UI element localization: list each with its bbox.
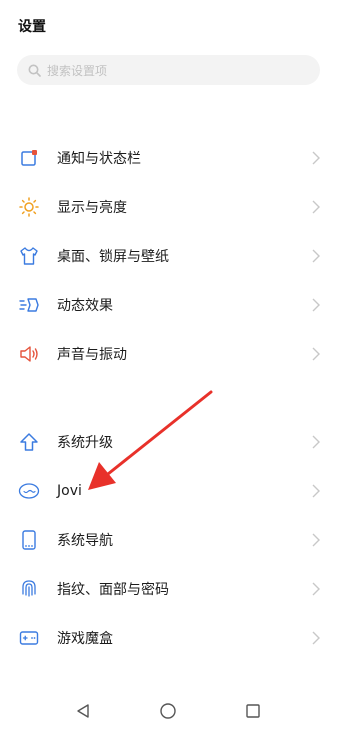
settings-item-system-navigation[interactable]: 系统导航 [0, 515, 337, 564]
chevron-right-icon [312, 200, 320, 213]
partially-visible-item-icon [18, 679, 40, 687]
settings-item-notifications[interactable]: 通知与状态栏 [0, 133, 337, 182]
settings-item-system-upgrade[interactable]: 系统升级 [0, 417, 337, 466]
chevron-right-icon [312, 151, 320, 164]
recent-square-icon[interactable] [244, 702, 262, 720]
chevron-right-icon [312, 484, 320, 497]
settings-item-label: Jovi [57, 482, 82, 499]
chevron-right-icon [312, 582, 320, 595]
settings-group-display: 通知与状态栏 显示与亮度 桌面、锁屏与壁纸 动态效果 声音与振动 [0, 133, 337, 378]
settings-item-wallpaper[interactable]: 桌面、锁屏与壁纸 [0, 231, 337, 280]
search-bar[interactable]: 搜索设置项 [17, 55, 320, 85]
speaker-icon [18, 343, 40, 365]
chevron-right-icon [312, 631, 320, 644]
settings-item-label: 显示与亮度 [57, 199, 127, 216]
settings-item-label: 通知与状态栏 [57, 150, 141, 167]
gamepad-icon [18, 627, 40, 649]
settings-item-label: 桌面、锁屏与壁纸 [57, 248, 169, 265]
settings-item-label: 系统导航 [57, 532, 113, 549]
back-triangle-icon[interactable] [74, 702, 92, 720]
sun-icon [18, 196, 40, 218]
home-circle-icon[interactable] [159, 702, 177, 720]
jovi-icon [18, 480, 40, 502]
search-icon [27, 63, 41, 77]
settings-item-game-box[interactable]: 游戏魔盒 [0, 613, 337, 662]
chevron-right-icon [312, 435, 320, 448]
settings-item-label: 系统升级 [57, 434, 113, 451]
phone-navigation-icon [18, 529, 40, 551]
settings-item-display[interactable]: 显示与亮度 [0, 182, 337, 231]
settings-group-system: 系统升级 Jovi 系统导航 指纹、面部与密码 游戏魔盒 [0, 417, 337, 662]
page-title: 设置 [18, 19, 46, 35]
chevron-right-icon [312, 249, 320, 262]
settings-item-label: 指纹、面部与密码 [57, 581, 169, 598]
settings-item-jovi[interactable]: Jovi [0, 466, 337, 515]
settings-item-security[interactable]: 指纹、面部与密码 [0, 564, 337, 613]
settings-item-label: 游戏魔盒 [57, 630, 113, 647]
chevron-right-icon [312, 533, 320, 546]
settings-item-motion[interactable]: 动态效果 [0, 280, 337, 329]
system-navigation-bar [0, 690, 337, 731]
notification-icon [18, 147, 40, 169]
settings-item-label: 动态效果 [57, 297, 113, 314]
fingerprint-icon [18, 578, 40, 600]
settings-item-sound[interactable]: 声音与振动 [0, 329, 337, 378]
chevron-right-icon [312, 298, 320, 311]
chevron-right-icon [312, 347, 320, 360]
settings-item-label: 声音与振动 [57, 346, 127, 363]
search-placeholder: 搜索设置项 [47, 63, 108, 78]
shirt-icon [18, 245, 40, 267]
upgrade-arrow-icon [18, 431, 40, 453]
motion-icon [18, 294, 40, 316]
